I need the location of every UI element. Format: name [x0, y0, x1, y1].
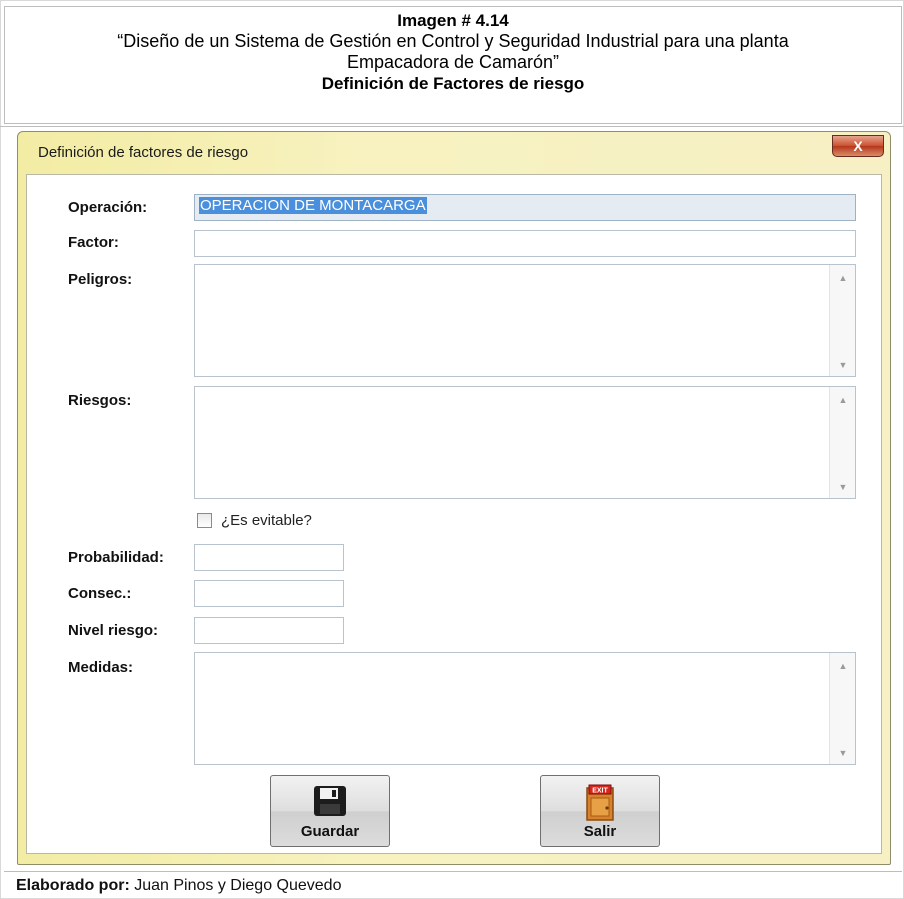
medidas-scrollbar[interactable]: ▲ ▼ [829, 653, 855, 764]
evitable-label[interactable]: ¿Es evitable? [221, 512, 312, 529]
medidas-label: Medidas: [68, 659, 134, 676]
caption-title-line2: Empacadora de Camarón” [346, 52, 560, 72]
close-button[interactable]: X [832, 135, 884, 157]
scroll-up-icon[interactable]: ▲ [830, 269, 856, 287]
scroll-down-icon[interactable]: ▼ [830, 478, 856, 496]
scroll-down-icon[interactable]: ▼ [830, 356, 856, 374]
title-bar[interactable]: Definición de factores de riesgo X [18, 132, 890, 174]
factor-field[interactable] [194, 230, 856, 257]
operacion-label: Operación: [68, 199, 148, 216]
footer-credit: Elaborado por: Juan Pinos y Diego Queved… [16, 877, 341, 895]
caption-subtitle: Definición de Factores de riesgo [321, 74, 585, 93]
save-button-label: Guardar [300, 823, 360, 840]
scroll-up-icon[interactable]: ▲ [830, 657, 856, 675]
caption-number: Imagen # 4.14 [397, 11, 509, 30]
consec-label: Consec.: [68, 585, 132, 602]
riesgos-textarea[interactable]: ▲ ▼ [194, 386, 856, 499]
caption-title-line1: “Diseño de un Sistema de Gestión en Cont… [117, 31, 789, 51]
evitable-checkbox[interactable] [197, 513, 212, 528]
exit-button[interactable]: EXIT Salir [540, 775, 660, 847]
close-icon: X [853, 138, 863, 154]
exit-button-label: Salir [583, 823, 617, 840]
save-button[interactable]: Guardar [270, 775, 390, 847]
window-title: Definición de factores de riesgo [38, 144, 249, 161]
footer-authors: Juan Pinos y Diego Quevedo [134, 877, 342, 894]
probabilidad-label: Probabilidad: [68, 549, 164, 566]
exit-door-icon: EXIT [586, 784, 614, 821]
nivel-riesgo-field[interactable] [194, 617, 344, 644]
scroll-down-icon[interactable]: ▼ [830, 744, 856, 762]
probabilidad-field[interactable] [194, 544, 344, 571]
operacion-value: OPERACION DE MONTACARGA [199, 197, 427, 214]
peligros-label: Peligros: [68, 271, 133, 288]
consec-field[interactable] [194, 580, 344, 607]
operacion-field[interactable]: OPERACION DE MONTACARGA [194, 194, 856, 221]
nivel-riesgo-label: Nivel riesgo: [68, 622, 159, 639]
peligros-textarea[interactable]: ▲ ▼ [194, 264, 856, 377]
riesgos-label: Riesgos: [68, 392, 132, 409]
peligros-scrollbar[interactable]: ▲ ▼ [829, 265, 855, 376]
floppy-disk-icon [314, 786, 346, 816]
figure-caption: Imagen # 4.14 “Diseño de un Sistema de G… [4, 6, 902, 124]
scroll-up-icon[interactable]: ▲ [830, 391, 856, 409]
footer-divider [4, 871, 902, 872]
medidas-textarea[interactable]: ▲ ▼ [194, 652, 856, 765]
riesgos-scrollbar[interactable]: ▲ ▼ [829, 387, 855, 498]
caption-divider [0, 126, 904, 127]
form-panel: Operación: OPERACION DE MONTACARGA Facto… [26, 174, 882, 854]
risk-factors-window: Definición de factores de riesgo X Opera… [17, 131, 891, 865]
factor-label: Factor: [68, 234, 119, 251]
exit-sign-text: EXIT [592, 788, 608, 795]
footer-prefix: Elaborado por: [16, 877, 130, 894]
